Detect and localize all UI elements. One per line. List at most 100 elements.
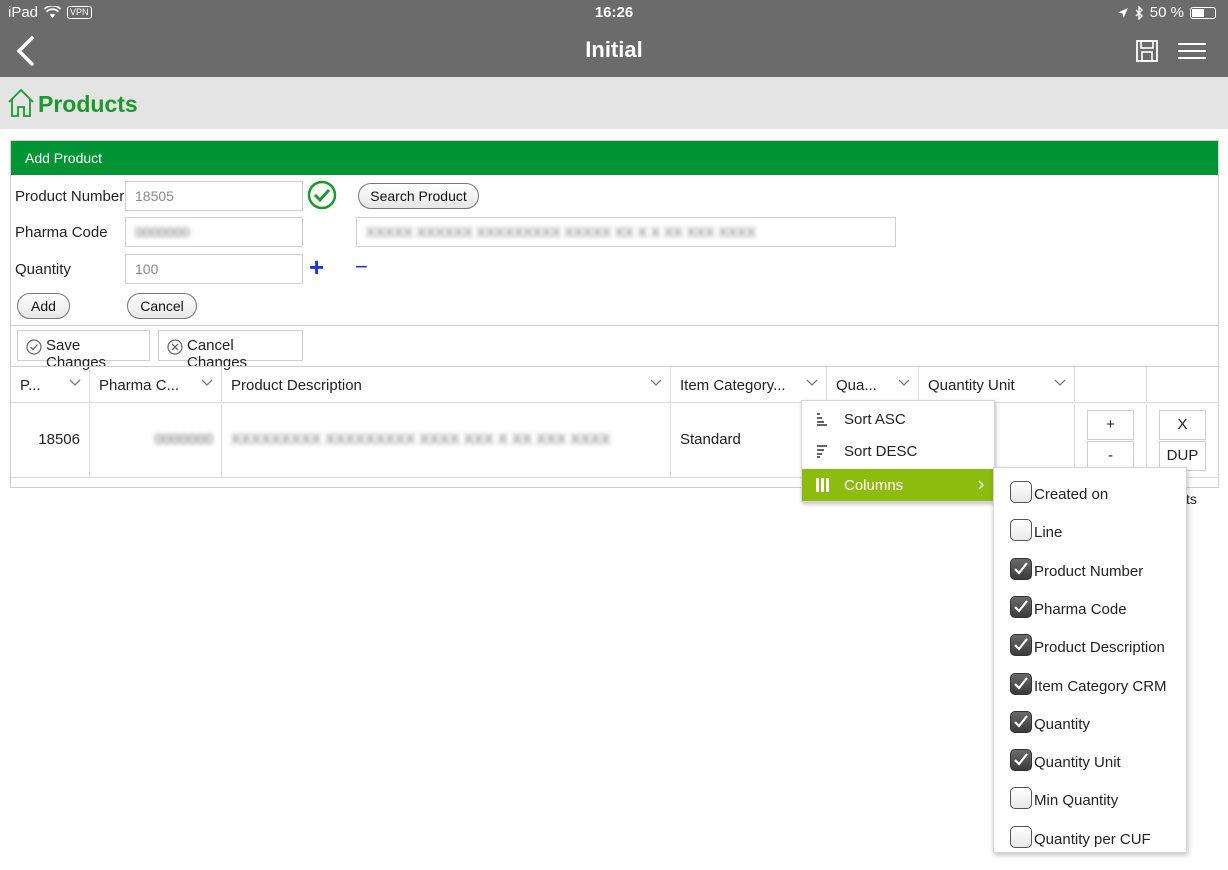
column-toggle-item[interactable]: Created on [994,472,1186,510]
column-toggle-label: Pharma Code [1034,600,1127,618]
column-header-label: Item Category... [680,377,786,394]
sort-desc-icon [817,445,827,458]
column-header-product-description[interactable]: Product Description [222,367,671,403]
clock: 16:26 [594,4,634,21]
sort-desc-menu-item[interactable]: Sort DESC [802,435,994,467]
column-header-quantity-unit[interactable]: Quantity Unit [919,367,1075,403]
product-description-value: XXXXX XXXXXX XXXXXXXXX XXXXX XX X X XX X… [366,224,756,240]
location-icon [1117,7,1128,18]
pharma-code-value: 0000000 [135,224,190,240]
sort-desc-label: Sort DESC [844,443,918,460]
column-toggle-label: Min Quantity [1034,792,1119,810]
checkbox-checked[interactable] [1010,672,1032,695]
chevron-down-icon[interactable] [650,379,662,387]
checkbox-unchecked[interactable] [1010,787,1032,810]
column-header-label: Pharma C... [99,377,180,394]
save-icon[interactable] [1136,40,1158,62]
column-toggle-item[interactable]: Pharma Code [994,587,1186,625]
cell-pharma-code-value: 0000000 [154,431,213,448]
nav-title: Initial [585,37,643,62]
column-header-label: Qua... [836,377,877,394]
quantity-input[interactable]: 100 [125,254,303,284]
column-toggle-label: Quantity per CUF [1034,830,1151,848]
page-header: Products [0,77,1228,129]
chevron-down-icon[interactable] [1054,379,1066,387]
product-number-input[interactable]: 18505 [125,181,303,211]
columns-menu-item[interactable]: Columns [802,469,994,501]
column-toggle-label: Product Description [1034,639,1165,657]
column-toggle-item[interactable]: Item Category CRM [994,664,1186,702]
column-toggle-label: Quantity [1034,715,1090,733]
column-toggle-item[interactable]: Quantity Unit [994,740,1186,778]
cell-product-description-value: XXXXXXXXX XXXXXXXXX XXXX XXX X XX XXX XX… [231,431,611,448]
columns-label: Columns [844,477,904,494]
column-header-product-number[interactable]: P... [11,367,90,403]
cell-pharma-code[interactable]: 0000000 [90,404,222,478]
checkbox-checked[interactable] [1010,557,1032,580]
cancel-circle-icon [167,339,183,355]
column-header-row-actions [1147,367,1219,403]
column-toggle-item[interactable]: Quantity [994,702,1186,740]
search-product-button[interactable]: Search Product [358,183,479,209]
column-toggle-label: Created on [1034,486,1109,503]
row-increment-button[interactable]: + [1087,410,1134,440]
checkbox-checked[interactable] [1010,749,1032,772]
product-description-field: XXXXX XXXXXX XXXXXXXXX XXXXX XX X X XX X… [356,217,896,247]
decrement-quantity-button[interactable]: − [355,255,368,279]
increment-quantity-button[interactable]: + [309,253,324,281]
column-toggle-label: Line [1034,524,1063,542]
status-bar: iPad VPN 16:26 50 % [0,0,1228,24]
add-button[interactable]: Add [17,293,70,319]
column-toggle-item[interactable]: Line [994,510,1186,548]
checkbox-checked[interactable] [1010,710,1032,733]
nav-bar: Initial [0,24,1228,77]
column-toggle-item[interactable]: Quantity per CUF [994,817,1186,855]
product-number-label: Product Number [15,188,125,205]
pharma-code-label: Pharma Code [15,224,108,241]
column-header-label: P... [20,377,41,394]
sort-asc-label: Sort ASC [844,411,906,428]
valid-check-icon [307,180,337,210]
pharma-code-input[interactable]: 0000000 [125,217,303,247]
hamburger-menu-icon[interactable] [1178,41,1206,61]
save-changes-button[interactable]: Save Changes [17,330,150,371]
checkbox-unchecked[interactable] [1010,481,1032,503]
add-product-header: Add Product [11,141,1218,175]
bluetooth-icon [1135,5,1143,20]
battery-icon [1190,6,1216,19]
column-toggle-item[interactable]: Product Number [994,549,1186,587]
chevron-down-icon[interactable] [898,379,910,387]
column-header-item-category[interactable]: Item Category... [671,367,827,403]
column-header-pharma-code[interactable]: Pharma C... [90,367,222,403]
chevron-down-icon[interactable] [69,379,81,387]
delete-row-button[interactable]: X [1159,410,1206,440]
changes-toolbar: Save Changes Cancel Changes [10,326,1219,371]
column-toggle-item[interactable]: Min Quantity [994,778,1186,816]
column-toggle-label: Quantity Unit [1034,754,1121,772]
battery-percent: 50 % [1149,4,1184,21]
home-icon[interactable] [7,88,35,118]
column-toggle-label: Product Number [1034,562,1144,580]
column-toggle-item[interactable]: Product Description [994,625,1186,663]
columns-icon [816,478,829,492]
sort-asc-icon [817,413,827,426]
chevron-down-icon[interactable] [201,379,213,387]
cell-product-description[interactable]: XXXXXXXXX XXXXXXXXX XXXX XXX X XX XXX XX… [222,404,671,478]
chevron-down-icon[interactable] [806,379,818,387]
cancel-button[interactable]: Cancel [127,293,197,319]
checkbox-checked[interactable] [1010,595,1032,618]
columns-submenu: Created on Line Product Number Pharma Code P… [993,467,1187,853]
page-title: Products [38,91,138,117]
column-header-quantity[interactable]: Qua... [827,367,919,403]
column-header-label: Quantity Unit [928,377,1015,394]
checkbox-checked[interactable] [1010,634,1032,657]
checkbox-unchecked[interactable] [1010,825,1032,848]
checkbox-unchecked[interactable] [1010,519,1032,542]
sort-asc-menu-item[interactable]: Sort ASC [802,403,994,435]
partial-footer-text: ts [1186,491,1197,507]
column-header-label: Product Description [231,377,362,394]
chevron-right-icon [978,480,984,490]
cancel-changes-button[interactable]: Cancel Changes [158,330,303,371]
add-product-panel: Add Product Product Number 18505 Search … [10,140,1219,326]
cell-product-number[interactable]: 18506 [11,404,90,478]
